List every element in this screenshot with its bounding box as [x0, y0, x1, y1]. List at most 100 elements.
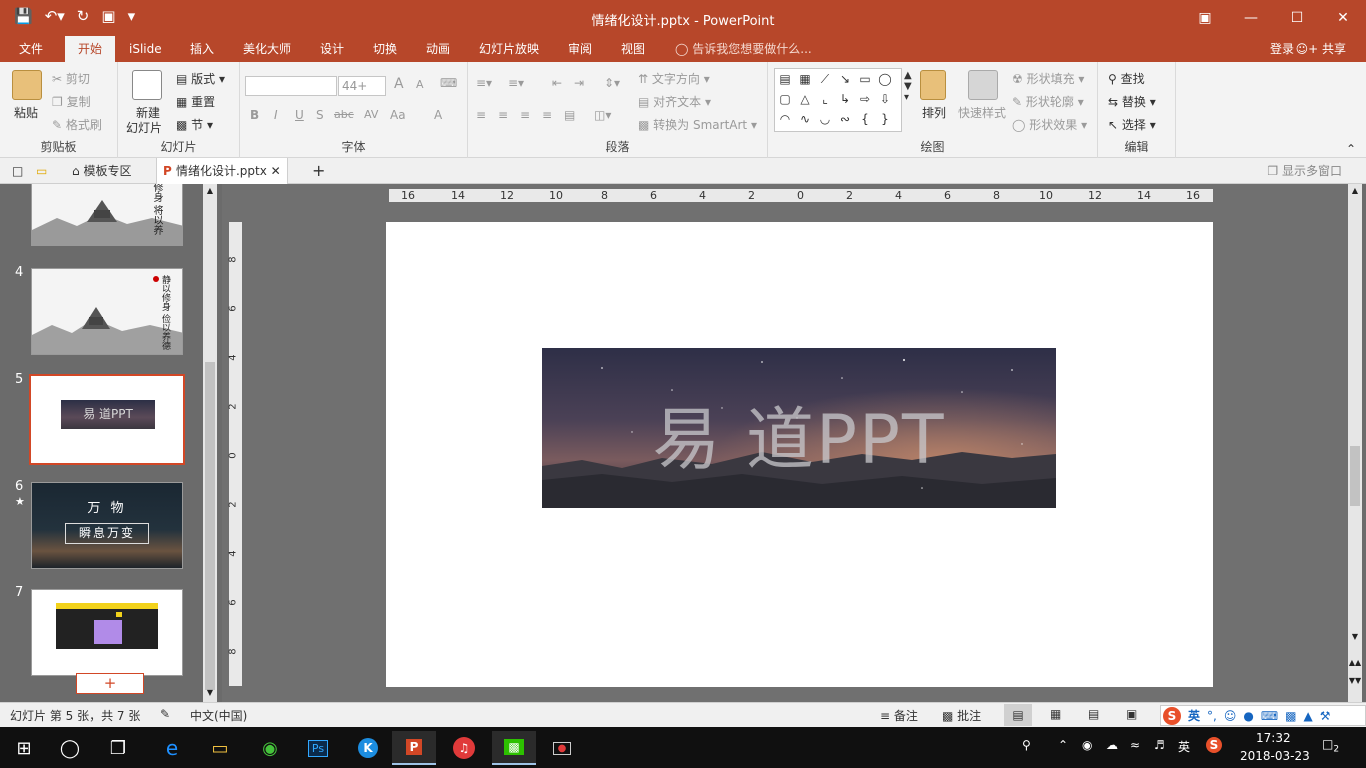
slide-thumbnail-4[interactable]: 静以修身 俭以养德 — [31, 268, 183, 355]
quick-styles-icon[interactable] — [968, 70, 998, 100]
italic-button[interactable]: I — [274, 108, 278, 122]
clock-time[interactable]: 17:32 — [1256, 731, 1291, 745]
align-right-icon[interactable]: ≡ — [520, 108, 530, 122]
reset-button[interactable]: ▦ 重置 — [176, 93, 215, 110]
strikethrough-button[interactable]: abc — [334, 108, 354, 121]
task-view-icon[interactable]: ❐ — [96, 731, 140, 765]
tab-home[interactable]: 开始 — [65, 36, 115, 62]
layout-button[interactable]: ▤ 版式 ▾ — [176, 70, 225, 87]
new-doc-icon[interactable]: □ — [12, 158, 23, 184]
triangle-shape-icon[interactable]: △ — [795, 89, 815, 109]
thumbnail-scroll-thumb[interactable] — [205, 362, 215, 690]
align-center-icon[interactable]: ≡ — [498, 108, 508, 122]
tab-view[interactable]: 视图 — [612, 36, 654, 62]
format-painter-button[interactable]: ✎ 格式刷 — [52, 116, 102, 133]
netease-music-icon[interactable]: ♫ — [442, 731, 486, 765]
minimize-icon[interactable]: — — [1228, 0, 1274, 36]
ime-toolbar[interactable]: S 英 °, ☺ ● ⌨ ▩ ▲ ⚒ — [1160, 705, 1366, 726]
tab-islide[interactable]: iSlide — [120, 36, 171, 62]
right-brace-shape-icon[interactable]: } — [875, 109, 895, 129]
arc-shape-icon[interactable]: ◡ — [815, 109, 835, 129]
paste-icon[interactable] — [12, 70, 42, 100]
share-button[interactable]: ☺+ 共享 — [1296, 36, 1346, 62]
decrease-indent-icon[interactable]: ⇤ — [552, 76, 562, 90]
banner-image[interactable]: 易 道PPT — [542, 348, 1056, 508]
browser-360-icon[interactable]: ◉ — [248, 731, 292, 765]
find-button[interactable]: ⚲ 查找 — [1108, 70, 1145, 87]
curve-shape-icon[interactable]: ∾ — [835, 109, 855, 129]
editor-scroll-thumb[interactable] — [1350, 446, 1360, 506]
underline-button[interactable]: U — [295, 108, 304, 122]
font-color-button[interactable]: A — [434, 108, 442, 122]
down-arrow-shape-icon[interactable]: ⇩ — [875, 89, 895, 109]
editor-scrollbar[interactable]: ▲ ▼ ▲▲ ▼▼ — [1348, 184, 1362, 702]
text-direction-button[interactable]: ⇈ 文字方向 ▾ — [638, 70, 710, 87]
textbox-shape-icon[interactable]: ▤ — [775, 69, 795, 89]
section-button[interactable]: ▩ 节 ▾ — [176, 116, 213, 133]
vertical-ruler[interactable]: 8 6 4 2 0 2 4 6 8 — [228, 222, 242, 686]
search-icon[interactable]: ◯ — [48, 731, 92, 765]
thumbnail-scrollbar[interactable]: ▲ ▼ — [203, 184, 217, 702]
tab-design[interactable]: 设计 — [311, 36, 353, 62]
cut-button[interactable]: ✂ 剪切 — [52, 70, 90, 87]
columns-icon[interactable]: ◫▾ — [594, 108, 611, 122]
tab-transitions[interactable]: 切换 — [364, 36, 406, 62]
login-link[interactable]: 登录 — [1270, 36, 1294, 62]
windows-start-icon[interactable]: ⊞ — [2, 731, 46, 765]
file-tab[interactable]: P 情绪化设计.pptx ✕ — [156, 158, 288, 184]
rectangle-shape-icon[interactable]: ▭ — [855, 69, 875, 89]
char-spacing-button[interactable]: AV — [364, 108, 378, 121]
wifi-icon[interactable]: ≈ — [1130, 738, 1140, 752]
screen-recorder-icon[interactable]: ● — [540, 731, 584, 765]
file-explorer-icon[interactable]: ▭ — [198, 731, 242, 765]
new-slide-icon[interactable] — [132, 70, 162, 100]
spellcheck-icon[interactable]: ✎ — [160, 707, 170, 721]
volume-icon[interactable]: ♬ — [1154, 738, 1165, 752]
line-spacing-icon[interactable]: ⇕▾ — [604, 76, 620, 90]
new-tab-button[interactable]: + — [312, 158, 325, 184]
replace-button[interactable]: ⇆ 替换 ▾ — [1108, 93, 1156, 110]
convert-smartart-button[interactable]: ▩ 转换为 SmartArt ▾ — [638, 116, 757, 133]
shrink-font-button[interactable]: A — [416, 78, 424, 91]
ime-mode-indicator[interactable]: 英 — [1178, 738, 1190, 755]
line-shape-icon[interactable]: ⟋ — [815, 69, 835, 89]
numbering-icon[interactable]: ≡▾ — [508, 76, 524, 90]
multi-window-button[interactable]: ❐ 显示多窗口 — [1267, 158, 1342, 184]
arrow-line-shape-icon[interactable]: ↘ — [835, 69, 855, 89]
close-icon[interactable]: ✕ — [1320, 0, 1366, 36]
distributed-icon[interactable]: ▤ — [564, 108, 575, 122]
grow-font-button[interactable]: A — [394, 76, 404, 92]
elbow-connector-icon[interactable]: ⌞ — [815, 89, 835, 109]
notes-button[interactable]: ≡ 备注 — [880, 707, 918, 724]
select-button[interactable]: ↖ 选择 ▾ — [1108, 116, 1156, 133]
language-indicator[interactable]: 中文(中国) — [190, 707, 247, 724]
sogou-logo-icon[interactable]: S — [1163, 706, 1181, 725]
rounded-rect-shape-icon[interactable]: ▢ — [775, 89, 795, 109]
scribble-shape-icon[interactable]: ∿ — [795, 109, 815, 129]
horizontal-ruler[interactable]: 16 14 12 10 8 6 4 2 0 2 4 6 8 10 12 14 1… — [389, 189, 1213, 202]
justify-icon[interactable]: ≡ — [542, 108, 552, 122]
freeform-shape-icon[interactable]: ◠ — [775, 109, 795, 129]
slide-thumbnail-6[interactable]: 万 物 瞬息万变 — [31, 482, 183, 569]
left-brace-shape-icon[interactable]: { — [855, 109, 875, 129]
shapes-scroll-icon[interactable]: ▲ ▼ ▾ — [904, 70, 912, 103]
wrench-icon[interactable]: ⚒ — [1320, 709, 1331, 723]
slide-sorter-icon[interactable]: ▦ — [1050, 707, 1061, 721]
arrange-button[interactable]: 排列 — [922, 104, 946, 121]
tab-insert[interactable]: 插入 — [181, 36, 223, 62]
previous-slide-icon[interactable]: ▲▲ — [1348, 658, 1362, 667]
font-name-dropdown[interactable] — [245, 76, 337, 96]
tell-me-search[interactable]: ◯ 告诉我您想要做什么... — [675, 36, 812, 62]
vertical-textbox-shape-icon[interactable]: ▦ — [795, 69, 815, 89]
ribbon-display-options-icon[interactable]: ▣ — [1182, 0, 1228, 36]
maximize-icon[interactable]: ☐ — [1274, 0, 1320, 36]
reading-view-icon[interactable]: ▤ — [1088, 707, 1099, 721]
shapes-gallery[interactable]: ▤ ▦ ⟋ ↘ ▭ ◯ ▢ △ ⌞ ↳ ⇨ ⇩ ◠ ∿ ◡ ∾{} — [774, 68, 902, 132]
clear-format-icon[interactable]: ⌨ — [440, 76, 457, 90]
tab-meihua[interactable]: 美化大师 — [234, 36, 300, 62]
keyboard-icon[interactable]: ⌨ — [1261, 709, 1278, 723]
collapse-ribbon-icon[interactable]: ⌃ — [1346, 142, 1356, 156]
next-slide-icon[interactable]: ▼▼ — [1348, 676, 1362, 685]
scroll-down-icon[interactable]: ▼ — [203, 688, 217, 700]
emoji-icon[interactable]: ☺ — [1224, 709, 1237, 723]
